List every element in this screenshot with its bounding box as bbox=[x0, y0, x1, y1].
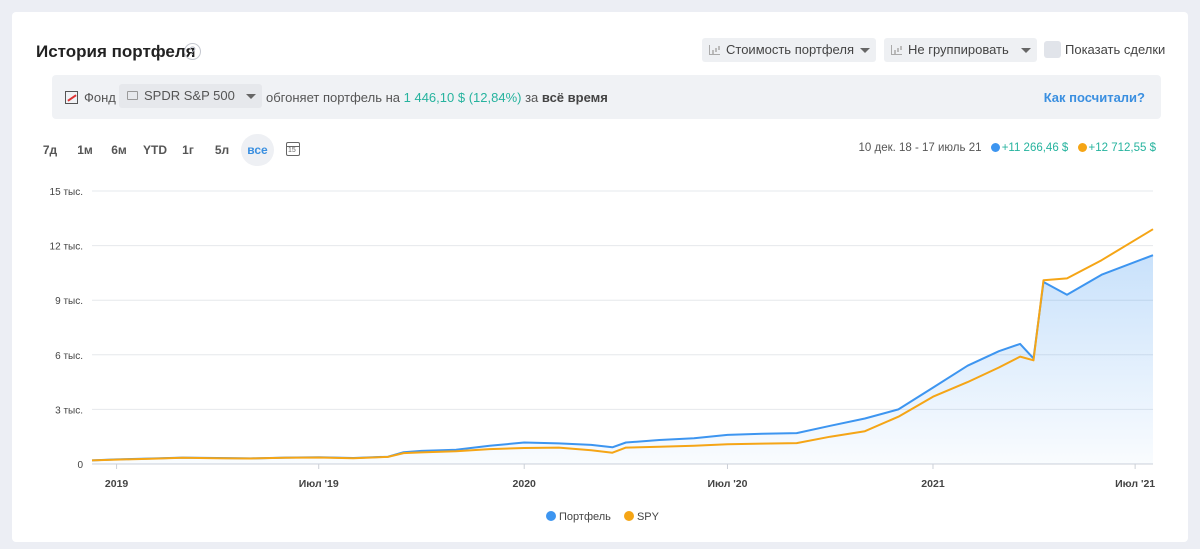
x-tick-label: 2020 bbox=[513, 478, 537, 490]
x-tick-label: Июл '21 bbox=[1115, 478, 1155, 490]
y-tick-label: 0 bbox=[77, 460, 83, 471]
legend-spy-label[interactable]: SPY bbox=[637, 511, 659, 523]
portfolio-history-card: История портфеля ? Стоимость портфеля Не… bbox=[12, 12, 1188, 542]
x-tick-label: Июл '20 bbox=[707, 478, 747, 490]
portfolio-area bbox=[92, 255, 1153, 464]
x-tick-label: 2021 bbox=[921, 478, 945, 490]
y-tick-label: 12 тыс. bbox=[50, 242, 83, 253]
x-tick-label: Июл '19 bbox=[299, 478, 339, 490]
y-tick-label: 3 тыс. bbox=[55, 405, 83, 416]
y-tick-label: 6 тыс. bbox=[55, 351, 83, 362]
legend-portfolio-dot-icon bbox=[546, 511, 556, 521]
chart-legend: Портфель SPY bbox=[546, 511, 659, 523]
legend-portfolio-label[interactable]: Портфель bbox=[559, 511, 611, 523]
portfolio-chart: 0 3 тыс. 6 тыс. 9 тыс. 12 тыс. 15 тыс. 2019 Июл… bbox=[50, 187, 1156, 490]
y-tick-label: 15 тыс. bbox=[50, 187, 83, 198]
x-tick-label: 2019 bbox=[105, 478, 129, 490]
y-tick-label: 9 тыс. bbox=[55, 296, 83, 307]
legend-spy-dot-icon bbox=[623, 511, 634, 521]
